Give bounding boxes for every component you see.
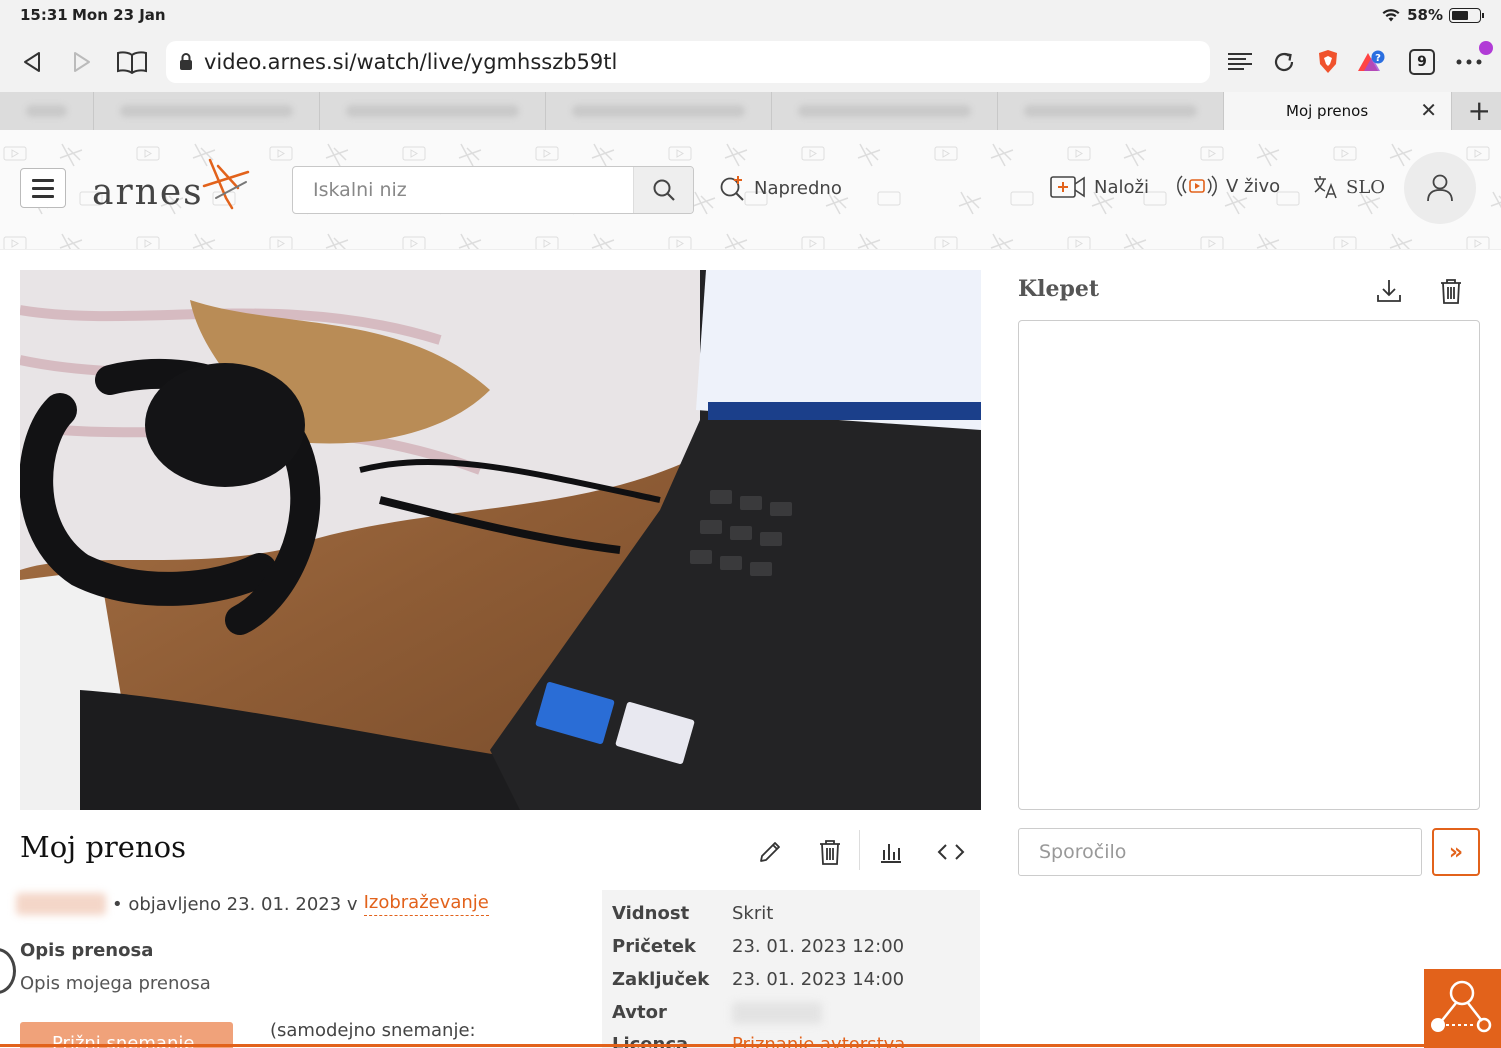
info-row-end: Zaključek 23. 01. 2023 14:00 [612,969,904,990]
language-label: SLO [1346,176,1386,198]
info-key: Avtor [612,1002,667,1023]
tab[interactable] [320,92,546,130]
close-tab-icon[interactable]: ✕ [1420,98,1437,122]
info-key: Pričetek [612,936,696,957]
code-icon [937,844,965,860]
new-tab-icon[interactable]: + [1468,94,1491,127]
send-message-button[interactable]: » [1432,828,1480,876]
battery-percent: 58% [1407,6,1443,24]
upload-label: Naloži [1094,176,1149,198]
active-tab-title: Moj prenos [1286,102,1369,120]
clear-chat-button[interactable] [1434,274,1468,308]
status-date: Mon 23 Jan [72,6,166,24]
url-text: video.arnes.si/watch/live/ygmhsszb59tl [204,50,618,74]
description-text: Opis mojega prenosa [20,973,211,994]
tab[interactable] [772,92,998,130]
reader-icon[interactable] [1222,44,1258,80]
share-widget[interactable] [1424,969,1501,1048]
video-title: Moj prenos [20,830,186,864]
trash-icon [1441,279,1461,304]
advanced-search-icon [720,176,744,201]
info-row-author: Avtor [612,1002,822,1024]
live-label: V živo [1226,175,1281,197]
tab-strip: Moj prenos ✕ + [0,92,1501,130]
language-switch[interactable]: SLO [1312,174,1385,200]
advanced-label: Napredno [754,177,842,199]
chat-messages[interactable] [1018,320,1480,810]
upload-link[interactable]: Naloži [1050,174,1149,200]
status-time: 15:31 [20,6,68,24]
category-link[interactable]: Izobraževanje [363,892,489,916]
tab-switcher-button[interactable]: 9 [1404,44,1440,80]
search-box [292,166,694,214]
address-bar[interactable]: video.arnes.si/watch/live/ygmhsszb59tl [166,41,1210,83]
bookmarks-icon[interactable] [114,44,150,80]
user-icon [1427,174,1453,202]
status-bar: 15:31 Mon 23 Jan 58% [0,0,1501,32]
publish-info: • objavljeno 23. 01. 2023 v Izobraževanj… [16,892,489,916]
live-broadcast-icon [1177,175,1217,197]
advanced-search-link[interactable]: Napredno [718,174,842,202]
site-header: arnes Napredno Naloži V živo SLO [0,130,1501,250]
notification-dot [1479,41,1493,55]
info-value: Skrit [732,903,774,924]
trash-icon [820,840,840,865]
bottom-accent-line [0,1044,1501,1047]
wifi-icon [1382,9,1400,22]
tab-count: 9 [1409,49,1435,75]
translate-icon [1314,176,1337,199]
network-icon [1431,980,1492,1033]
logo-text: arnes [92,172,204,213]
chat-message-input[interactable] [1018,828,1422,876]
edit-button[interactable] [750,832,790,872]
download-chat-button[interactable] [1372,274,1406,308]
info-key: Zaključek [612,969,710,990]
author-name-blurred [16,893,106,915]
embed-button[interactable] [931,832,971,872]
back-icon[interactable] [14,44,50,80]
search-button[interactable] [633,167,693,213]
status-right: 58% [1381,6,1484,24]
lock-icon [180,53,192,70]
info-key: Vidnost [612,903,690,924]
info-row-start: Pričetek 23. 01. 2023 12:00 [612,936,904,957]
video-player[interactable] [20,270,981,810]
live-link[interactable]: V živo [1176,174,1280,198]
tab[interactable] [998,92,1224,130]
search-icon [653,179,675,201]
reload-icon[interactable] [1266,44,1302,80]
battery-icon [1449,7,1484,23]
action-separator [859,830,860,870]
tab[interactable] [94,92,320,130]
user-account-button[interactable] [1404,152,1476,224]
side-handle[interactable] [0,948,16,994]
brave-shield-icon[interactable] [1310,44,1346,80]
delete-button[interactable] [810,832,850,872]
download-icon [1377,280,1401,302]
logo-star-icon [202,158,250,210]
video-frame [20,270,981,810]
stats-button[interactable] [871,832,911,872]
tab[interactable] [546,92,772,130]
upload-video-icon [1050,176,1085,198]
info-row-visibility: Vidnost Skrit [612,903,773,924]
forward-icon[interactable] [64,44,100,80]
author-blurred [732,1002,822,1024]
info-value: 23. 01. 2023 14:00 [732,969,905,990]
bar-chart-icon [881,844,901,863]
chat-title: Klepet [1018,276,1100,302]
tab-active[interactable]: Moj prenos ✕ [1224,92,1452,130]
menu-button[interactable] [20,168,66,208]
browser-toolbar: video.arnes.si/watch/live/ygmhsszb59tl ?… [0,32,1501,92]
svg-text:?: ? [1375,53,1381,64]
description-heading: Opis prenosa [20,940,154,961]
rewards-icon[interactable]: ? [1354,44,1390,80]
auto-recording-text: (samodejno snemanje: [270,1020,476,1041]
tab[interactable] [0,92,94,130]
published-text: • objavljeno 23. 01. 2023 v [112,893,358,915]
info-table: Vidnost Skrit Pričetek 23. 01. 2023 12:0… [602,890,980,1048]
info-value: 23. 01. 2023 12:00 [732,936,905,957]
pencil-icon [760,842,780,862]
search-input[interactable] [293,167,633,213]
